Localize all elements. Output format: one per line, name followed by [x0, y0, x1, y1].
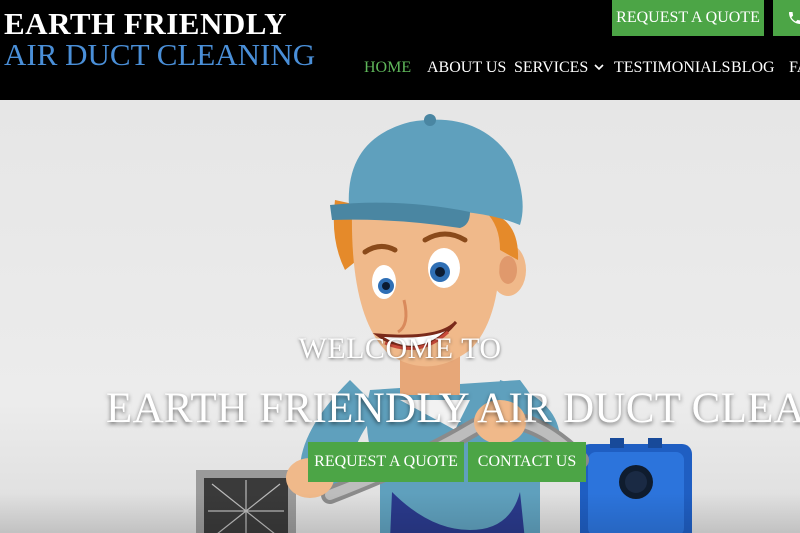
hero-contact-us-button[interactable]: CONTACT US [468, 442, 586, 482]
nav-item-blog[interactable]: BLOG [731, 58, 775, 78]
hero-request-quote-button[interactable]: REQUEST A QUOTE [308, 442, 464, 482]
hero-section: WELCOME TO EARTH FRIENDLY AIR DUCT CLEAN… [0, 100, 800, 533]
main-nav: HOME ABOUT US SERVICES TESTIMONIALS BLOG… [0, 58, 800, 78]
hero-headline: EARTH FRIENDLY AIR DUCT CLEANING [106, 385, 800, 432]
hero-welcome-text: WELCOME TO [298, 332, 502, 365]
nav-item-services-label: SERVICES [514, 59, 589, 76]
cap [330, 114, 523, 228]
site-header: EARTH FRIENDLY AIR DUCT CLEANING REQUEST… [0, 0, 800, 100]
nav-item-faq[interactable]: FA [789, 58, 800, 78]
header-request-quote-button[interactable]: REQUEST A QUOTE [612, 0, 764, 36]
nav-item-services[interactable]: SERVICES [514, 58, 604, 78]
header-phone-button[interactable] [773, 0, 800, 36]
hero-bottom-shade [0, 493, 800, 533]
chevron-down-icon [594, 64, 604, 71]
nav-item-testimonials[interactable]: TESTIMONIALS [614, 58, 730, 78]
phone-icon [789, 12, 800, 24]
logo-line-1: EARTH FRIENDLY [4, 6, 287, 41]
nav-item-home[interactable]: HOME [364, 58, 411, 78]
nav-item-about-us[interactable]: ABOUT US [427, 58, 506, 78]
